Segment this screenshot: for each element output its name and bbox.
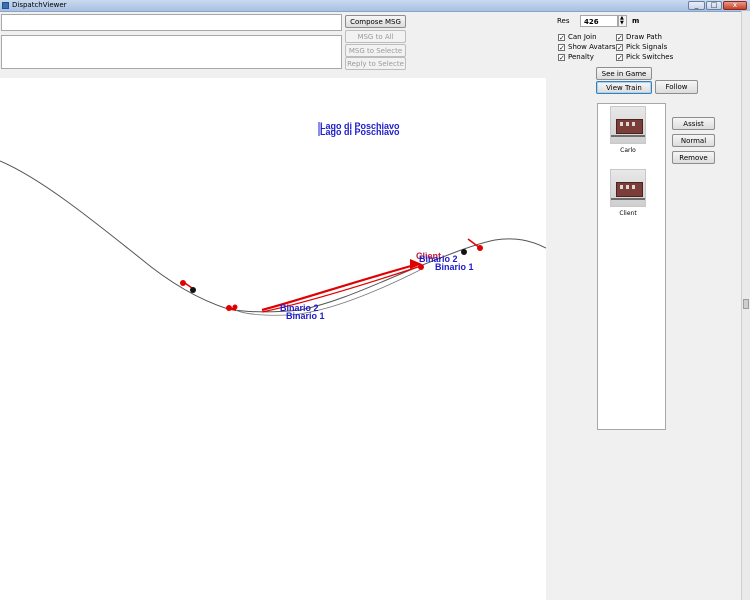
compose-msg-button[interactable]: Compose MSG xyxy=(345,15,406,28)
can-join-checkbox[interactable]: ✓ Can Join xyxy=(558,33,597,41)
binario1-label-right: Binario 1 xyxy=(435,262,474,272)
normal-button[interactable]: Normal xyxy=(672,134,715,147)
res-label: Res xyxy=(557,17,570,25)
signal-icon[interactable] xyxy=(226,305,232,311)
scrollbar-thumb[interactable] xyxy=(743,299,749,309)
window-title: DispatchViewer xyxy=(12,1,67,9)
maximize-button[interactable]: □ xyxy=(706,1,722,10)
track-map[interactable]: Lago di Poschiavo Lago di Poschiavo Bina… xyxy=(0,78,546,600)
track-line xyxy=(0,160,546,313)
vertical-scrollbar[interactable] xyxy=(741,11,750,600)
station-label-shadow: Lago di Poschiavo xyxy=(320,127,400,137)
avatar-client-name: Client xyxy=(619,210,637,217)
signal-icon[interactable] xyxy=(418,264,424,270)
msg-to-selected-button[interactable]: MSG to Selecte xyxy=(345,44,406,57)
avatar-client-thumbnail[interactable] xyxy=(610,169,646,207)
res-input[interactable]: 426 xyxy=(580,15,618,27)
title-bar: DispatchViewer _ □ x xyxy=(0,0,750,12)
pick-switches-checkbox[interactable]: ✓ Pick Switches xyxy=(616,53,673,61)
spin-down-icon[interactable]: ▼ xyxy=(620,21,624,26)
message-input[interactable] xyxy=(1,14,342,31)
checkmark-icon[interactable]: ✓ xyxy=(616,33,623,41)
minimize-button[interactable]: _ xyxy=(688,1,705,10)
remove-button[interactable]: Remove xyxy=(672,151,715,164)
signal-icon[interactable] xyxy=(232,304,238,310)
avatar-carlo-thumbnail[interactable] xyxy=(610,106,646,144)
switch-icon[interactable] xyxy=(190,287,196,293)
checkmark-icon[interactable]: ✓ xyxy=(558,53,565,61)
res-unit: m xyxy=(632,17,640,25)
checkmark-icon[interactable]: ✓ xyxy=(558,43,565,51)
assist-button[interactable]: Assist xyxy=(672,117,715,130)
penalty-checkbox[interactable]: ✓ Penalty xyxy=(558,53,594,61)
close-button[interactable]: x xyxy=(723,1,747,10)
map-canvas[interactable]: Lago di Poschiavo Lago di Poschiavo Bina… xyxy=(0,78,546,600)
avatar-list[interactable]: Carlo Client xyxy=(597,103,666,430)
checkmark-icon[interactable]: ✓ xyxy=(616,43,623,51)
res-spinner[interactable]: ▲ ▼ xyxy=(618,15,627,27)
checkmark-icon[interactable]: ✓ xyxy=(558,33,565,41)
checkmark-icon[interactable]: ✓ xyxy=(616,53,623,61)
switch-icon[interactable] xyxy=(461,249,467,255)
draw-path-checkbox[interactable]: ✓ Draw Path xyxy=(616,33,662,41)
show-avatars-checkbox[interactable]: ✓ Show Avatars xyxy=(558,43,615,51)
msg-to-all-button[interactable]: MSG to All xyxy=(345,30,406,43)
avatar-carlo-name: Carlo xyxy=(620,147,636,154)
see-in-game-button[interactable]: See in Game xyxy=(596,67,652,80)
app-icon xyxy=(2,2,9,9)
view-train-button[interactable]: View Train xyxy=(596,81,652,94)
follow-button[interactable]: Follow xyxy=(655,80,698,94)
pick-signals-checkbox[interactable]: ✓ Pick Signals xyxy=(616,43,667,51)
message-log[interactable] xyxy=(1,35,342,69)
siding-line xyxy=(231,269,421,316)
reply-to-selected-button[interactable]: Reply to Selecte xyxy=(345,57,406,70)
binario1-label-left: Binario 1 xyxy=(286,311,325,321)
